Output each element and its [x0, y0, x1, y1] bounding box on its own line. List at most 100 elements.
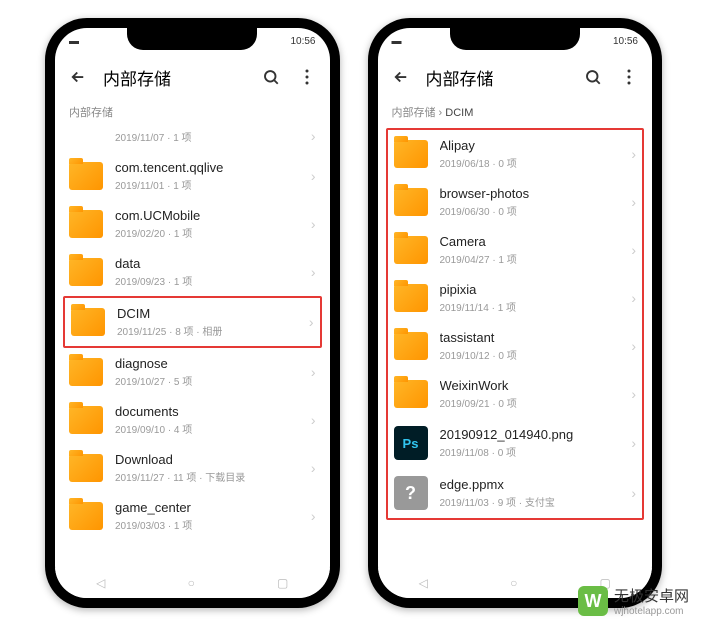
list-item[interactable]: Download 2019/11/27 · 11 项 · 下载目录 ›	[55, 444, 330, 492]
item-meta: 2019/09/23 · 1 项	[115, 273, 299, 288]
list-item[interactable]: WeixinWork 2019/09/21 · 0 项 ›	[388, 370, 643, 418]
folder-icon	[69, 358, 103, 386]
folder-icon	[394, 380, 428, 408]
list-item[interactable]: data 2019/09/23 · 1 项 ›	[55, 248, 330, 296]
chevron-right-icon: ›	[309, 314, 314, 330]
chevron-right-icon: ›	[311, 412, 316, 428]
folder-icon	[394, 332, 428, 360]
item-meta: 2019/06/18 · 0 项	[440, 155, 620, 170]
item-name: edge.ppmx	[440, 477, 620, 492]
back-icon[interactable]	[67, 66, 89, 88]
item-meta: 2019/04/27 · 1 项	[440, 251, 620, 266]
item-meta: 2019/11/14 · 1 项	[440, 299, 620, 314]
item-name: data	[115, 256, 299, 271]
watermark-text: 无极安卓网	[614, 585, 689, 606]
item-meta: 2019/10/12 · 0 项	[440, 347, 620, 362]
list-item[interactable]: Camera 2019/04/27 · 1 项 ›	[388, 226, 643, 274]
folder-icon	[69, 406, 103, 434]
item-name: com.tencent.qqlive	[115, 160, 299, 175]
nav-back-icon[interactable]: ◁	[419, 576, 428, 590]
watermark-url: wjhotelapp.com	[614, 606, 689, 617]
page-title: 内部存储	[426, 65, 569, 90]
unknown-file-icon: ?	[394, 476, 428, 510]
list-item[interactable]: game_center2019/03/03 · 1 项›	[55, 492, 330, 540]
item-name: game_center	[115, 500, 299, 515]
folder-icon	[394, 284, 428, 312]
nav-home-icon[interactable]: ○	[510, 576, 517, 590]
item-meta: 2019/09/21 · 0 项	[440, 395, 620, 410]
item-name: documents	[115, 404, 299, 419]
chevron-right-icon: ›	[631, 338, 636, 354]
folder-icon	[394, 188, 428, 216]
item-name: com.UCMobile	[115, 208, 299, 223]
breadcrumb[interactable]: 内部存储	[55, 100, 330, 128]
list-item[interactable]: Ps20190912_014940.png2019/11/08 · 0 项›	[388, 418, 643, 468]
list-item[interactable]: diagnose2019/10/27 · 5 项›	[55, 348, 330, 396]
more-icon[interactable]	[296, 66, 318, 88]
item-name: diagnose	[115, 356, 299, 371]
nav-recent-icon[interactable]: ▢	[277, 576, 288, 590]
list-item[interactable]: com.UCMobile 2019/02/20 · 1 项 ›	[55, 200, 330, 248]
folder-icon	[69, 502, 103, 530]
nav-back-icon[interactable]: ◁	[96, 576, 105, 590]
item-meta: 2019/11/01 · 1 项	[115, 177, 299, 192]
phone-right: ▬ 10:56 内部存储 内部存储 › DCIM Alipay2019/06/1…	[368, 18, 663, 608]
chevron-right-icon: ›	[631, 386, 636, 402]
chevron-right-icon: ›	[311, 168, 316, 184]
chevron-right-icon: ›	[311, 460, 316, 476]
app-header: 内部存储	[55, 54, 330, 100]
list-item[interactable]: browser-photos2019/06/30 · 0 项›	[388, 178, 643, 226]
item-meta: 2019/09/10 · 4 项	[115, 421, 299, 436]
search-icon[interactable]	[582, 66, 604, 88]
item-meta: 2019/11/08 · 0 项	[440, 444, 620, 459]
nav-home-icon[interactable]: ○	[188, 576, 195, 590]
folder-icon	[69, 210, 103, 238]
item-name: Download	[115, 452, 299, 467]
chevron-right-icon: ›	[631, 242, 636, 258]
item-meta: 2019/11/03 · 9 项 · 支付宝	[440, 494, 620, 509]
item-meta: 2019/02/20 · 1 项	[115, 225, 299, 240]
item-name: tassistant	[440, 330, 620, 345]
highlight-box: Alipay2019/06/18 · 0 项›browser-photos201…	[386, 128, 645, 520]
list-item[interactable]: DCIM2019/11/25 · 8 项 · 相册›	[65, 298, 320, 346]
notch	[450, 28, 580, 50]
list-item[interactable]: Alipay 2019/06/18 · 0 项 ›	[388, 130, 643, 178]
folder-icon	[394, 140, 428, 168]
chevron-right-icon: ›	[311, 216, 316, 232]
file-list[interactable]: Alipay2019/06/18 · 0 项›browser-photos201…	[388, 130, 643, 518]
list-item[interactable]: pipixia 2019/11/14 · 1 项 ›	[388, 274, 643, 322]
item-name: 20190912_014940.png	[440, 427, 620, 442]
chevron-right-icon: ›	[311, 264, 316, 280]
item-name: Alipay	[440, 138, 620, 153]
item-meta: 2019/11/25 · 8 项 · 相册	[117, 323, 297, 338]
file-list[interactable]: 2019/11/07 · 1 项 › com.tencent.qqlive 2019/…	[55, 128, 330, 598]
list-item[interactable]: documents 2019/09/10 · 4 项 ›	[55, 396, 330, 444]
chevron-right-icon: ›	[631, 485, 636, 501]
item-name: Camera	[440, 234, 620, 249]
list-item[interactable]: com.tencent.qqlive 2019/11/01 · 1 项 ›	[55, 152, 330, 200]
item-name: WeixinWork	[440, 378, 620, 393]
item-meta: 2019/11/27 · 11 项 · 下载目录	[115, 469, 299, 484]
app-header: 内部存储	[378, 54, 653, 100]
notch	[127, 28, 257, 50]
list-item[interactable]: ? edge.ppmx 2019/11/03 · 9 项 · 支付宝 ›	[388, 468, 643, 518]
photoshop-file-icon: Ps	[394, 426, 428, 460]
list-item[interactable]: tassistant 2019/10/12 · 0 项 ›	[388, 322, 643, 370]
breadcrumb[interactable]: 内部存储 › DCIM	[378, 100, 653, 128]
more-icon[interactable]	[618, 66, 640, 88]
folder-icon	[69, 162, 103, 190]
item-name: pipixia	[440, 282, 620, 297]
chevron-right-icon: ›	[631, 146, 636, 162]
chevron-right-icon: ›	[631, 290, 636, 306]
folder-icon	[71, 308, 105, 336]
folder-icon	[394, 236, 428, 264]
chevron-right-icon: ›	[311, 128, 316, 144]
folder-icon	[69, 258, 103, 286]
list-item[interactable]: 2019/11/07 · 1 项 ›	[55, 128, 330, 152]
search-icon[interactable]	[260, 66, 282, 88]
item-meta: 2019/11/07 · 1 项	[115, 129, 299, 144]
highlight-box: DCIM2019/11/25 · 8 项 · 相册›	[63, 296, 322, 348]
watermark-logo: W	[578, 586, 608, 616]
back-icon[interactable]	[390, 66, 412, 88]
item-name: browser-photos	[440, 186, 620, 201]
